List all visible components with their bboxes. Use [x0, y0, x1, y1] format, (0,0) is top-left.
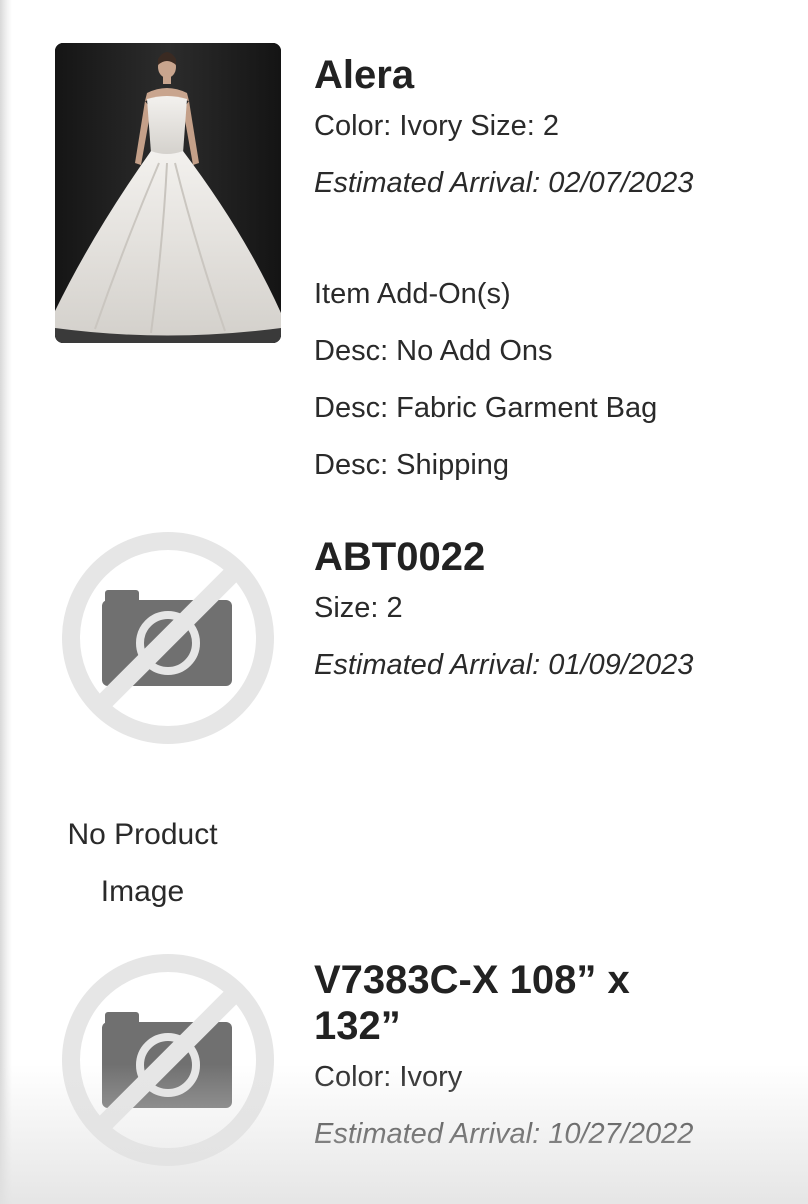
no-image-placeholder	[60, 952, 276, 1168]
left-edge-shadow	[0, 0, 12, 1204]
no-product-image-label: No Product Image	[40, 806, 245, 920]
estimated-arrival: Estimated Arrival: 01/09/2023	[314, 649, 694, 681]
product-name[interactable]: V7383C-X 108” x 132”	[314, 957, 784, 1049]
product-name-line: 132”	[314, 1004, 401, 1048]
addon-desc: Desc: No Add Ons	[314, 335, 553, 367]
addon-desc: Desc: Fabric Garment Bag	[314, 392, 658, 424]
product-name-line: V7383C-X 108” x	[314, 958, 630, 1002]
no-image-placeholder	[60, 530, 276, 746]
product-size: Size: 2	[314, 592, 403, 624]
no-image-icon	[62, 954, 274, 1166]
no-image-label-line: Image	[100, 875, 185, 908]
estimated-arrival: Estimated Arrival: 10/27/2022	[314, 1118, 694, 1150]
product-color: Color: Ivory	[314, 1061, 463, 1093]
no-image-label-line: No Product	[67, 818, 218, 851]
product-image-alera[interactable]	[55, 43, 281, 343]
estimated-arrival: Estimated Arrival: 02/07/2023	[314, 167, 694, 199]
addon-desc: Desc: Shipping	[314, 449, 510, 481]
product-name[interactable]: Alera	[314, 52, 784, 98]
addons-heading: Item Add-On(s)	[314, 278, 511, 310]
wedding-gown-photo	[55, 43, 281, 343]
product-name[interactable]: ABT0022	[314, 534, 784, 580]
no-image-icon	[62, 532, 274, 744]
product-color-size: Color: Ivory Size: 2	[314, 110, 559, 142]
